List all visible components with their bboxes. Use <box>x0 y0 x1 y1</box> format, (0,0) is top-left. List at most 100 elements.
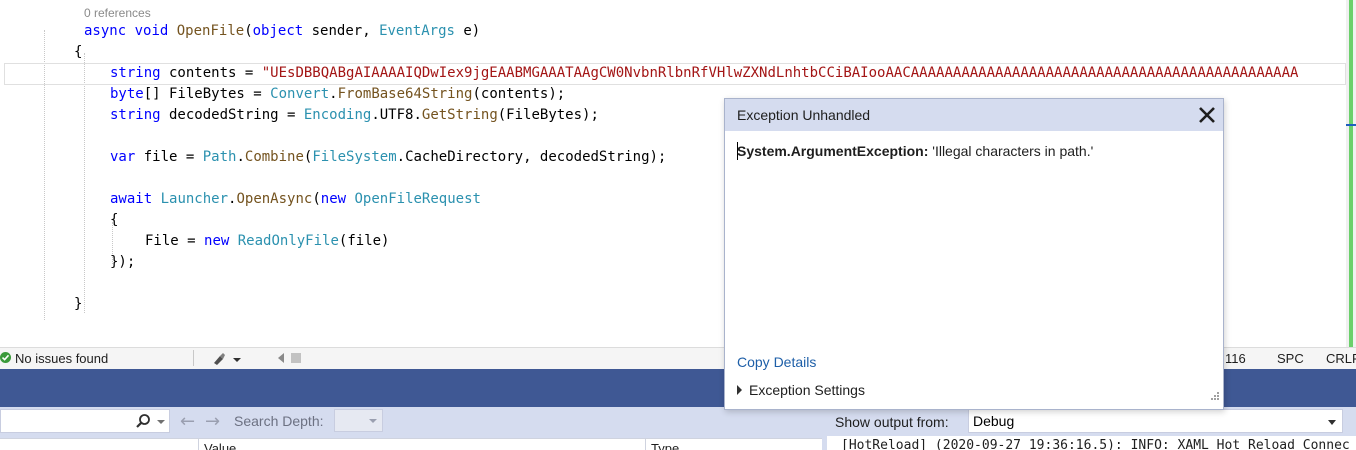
code-token: { <box>74 44 83 60</box>
code-token: Convert <box>270 86 330 102</box>
code-token: { <box>110 212 119 228</box>
output-source-select[interactable]: Debug <box>968 409 1343 433</box>
exception-popup-header[interactable]: Exception Unhandled <box>725 99 1223 131</box>
column-divider[interactable] <box>198 439 199 450</box>
char-position[interactable]: 116 <box>1225 351 1246 366</box>
copy-details-link[interactable]: Copy Details <box>737 354 816 370</box>
output-toolbar: Show output from: Debug <box>827 407 1356 436</box>
code-token: .CacheDirectory, decodedString); <box>396 149 667 165</box>
search-previous-arrow-icon[interactable]: ← <box>180 411 195 432</box>
exception-message[interactable]: System.ArgumentException: 'Illegal chara… <box>737 143 1093 159</box>
search-depth-label: Search Depth: <box>234 413 324 429</box>
code-token: ( <box>244 23 253 39</box>
exception-settings-toggle[interactable]: Exception Settings <box>737 382 865 398</box>
show-output-label: Show output from: <box>835 414 949 430</box>
code-token: GetString <box>421 107 498 123</box>
exception-settings-label: Exception Settings <box>749 382 865 398</box>
code-line-inner-open[interactable]: { <box>110 210 118 231</box>
code-token: async <box>84 23 127 39</box>
code-token: Encoding <box>303 107 372 123</box>
code-token: FromBase64String <box>337 86 473 102</box>
column-header-value[interactable]: Value <box>204 441 236 450</box>
code-token: . <box>236 149 245 165</box>
locals-grid-header: Value Type <box>0 438 822 450</box>
issues-status-label[interactable]: No issues found <box>15 351 108 366</box>
code-token: FileSystem <box>312 149 397 165</box>
code-token: await <box>110 191 153 207</box>
code-token: var <box>110 149 136 165</box>
code-line-filebytes[interactable]: byte[] FileBytes = Convert.FromBase64Str… <box>110 84 565 105</box>
change-tracking-bar <box>1349 0 1353 347</box>
scroll-position-marker <box>1346 124 1356 126</box>
code-token: Launcher <box>160 191 229 207</box>
code-line-open-brace[interactable]: { <box>74 42 82 63</box>
code-token: decodedString = <box>160 107 304 123</box>
code-token: Combine <box>244 149 304 165</box>
output-text-line[interactable]: [HotReload] (2020-09-27 19:36:16.5): INF… <box>841 438 1350 450</box>
code-line-signature[interactable]: async void OpenFile(object sender, Event… <box>84 21 480 42</box>
code-token: contents = <box>160 65 262 81</box>
code-token: OpenAsync <box>236 191 313 207</box>
code-line-contents[interactable]: string contents = "UEsDBBQABgAIAAAAIQDwI… <box>110 63 1298 84</box>
close-icon[interactable] <box>1197 105 1217 125</box>
exception-popup-title: Exception Unhandled <box>737 107 871 123</box>
code-token: string <box>110 107 161 123</box>
code-token: File = <box>145 233 205 249</box>
code-token: ( <box>312 191 321 207</box>
output-panel: Show output from: Debug [HotReload] (202… <box>822 407 1356 450</box>
code-token: string <box>110 65 161 81</box>
column-divider[interactable] <box>645 439 646 450</box>
chevron-left-icon[interactable] <box>278 353 284 363</box>
expand-triangle-icon <box>737 385 742 395</box>
code-token: new <box>204 233 230 249</box>
code-token: EventArgs <box>379 23 455 39</box>
exception-helper-popup: Exception Unhandled System.ArgumentExcep… <box>724 98 1224 410</box>
code-token: Path <box>202 149 237 165</box>
chevron-down-icon[interactable] <box>157 420 165 424</box>
locals-search-input[interactable] <box>0 409 170 433</box>
output-source-value: Debug <box>973 413 1015 429</box>
code-token: }); <box>110 254 136 270</box>
code-line-file[interactable]: var file = Path.Combine(FileSystem.Cache… <box>110 147 666 168</box>
code-line-inner-close[interactable]: }); <box>110 252 135 273</box>
code-token: [] FileBytes = <box>143 86 271 102</box>
column-header-type[interactable]: Type <box>651 441 679 450</box>
code-token: (file) <box>338 233 390 249</box>
indent-guide <box>84 53 85 313</box>
exception-text: 'Illegal characters in path.' <box>928 143 1094 159</box>
locals-panel: ← → Search Depth: Value Type <box>0 407 822 450</box>
code-token: .UTF8. <box>371 107 422 123</box>
code-line-close-brace[interactable]: } <box>74 294 82 315</box>
code-cleanup-brush-icon[interactable] <box>211 351 241 367</box>
resize-grip-icon[interactable] <box>1210 388 1220 406</box>
check-circle-icon[interactable] <box>0 352 11 363</box>
code-token: OpenFileRequest <box>354 191 481 207</box>
chevron-down-icon <box>1328 420 1336 425</box>
search-icon[interactable] <box>135 413 151 434</box>
editor-vertical-scrollbar[interactable] <box>1346 0 1356 347</box>
code-token: (contents); <box>472 86 566 102</box>
code-token: byte <box>110 86 144 102</box>
whitespace-mode[interactable]: SPC <box>1277 351 1304 366</box>
code-line-file-prop[interactable]: File = new ReadOnlyFile(file) <box>145 231 389 252</box>
code-line-await[interactable]: await Launcher.OpenAsync(new OpenFileReq… <box>110 189 481 210</box>
code-token: . <box>329 86 338 102</box>
code-token: object <box>252 23 304 39</box>
search-next-arrow-icon[interactable]: → <box>205 411 220 432</box>
chevron-down-icon <box>369 419 377 423</box>
codelens-references[interactable]: 0 references <box>84 6 151 20</box>
exception-type: System.ArgumentException: <box>737 143 929 159</box>
code-token: new <box>320 191 347 207</box>
code-token: "UEsDBBQABgAIAAAAIQDwIex9jgEAABMGAAATAAg… <box>261 65 1299 81</box>
horizontal-scroll-thumb[interactable] <box>291 353 301 363</box>
code-line-decoded[interactable]: string decodedString = Encoding.UTF8.Get… <box>110 105 599 126</box>
code-token: ReadOnlyFile <box>237 233 339 249</box>
code-token: sender, <box>303 23 380 39</box>
search-depth-select[interactable] <box>334 409 383 432</box>
code-token: file = <box>135 149 203 165</box>
line-ending-mode[interactable]: CRLF <box>1326 351 1356 366</box>
